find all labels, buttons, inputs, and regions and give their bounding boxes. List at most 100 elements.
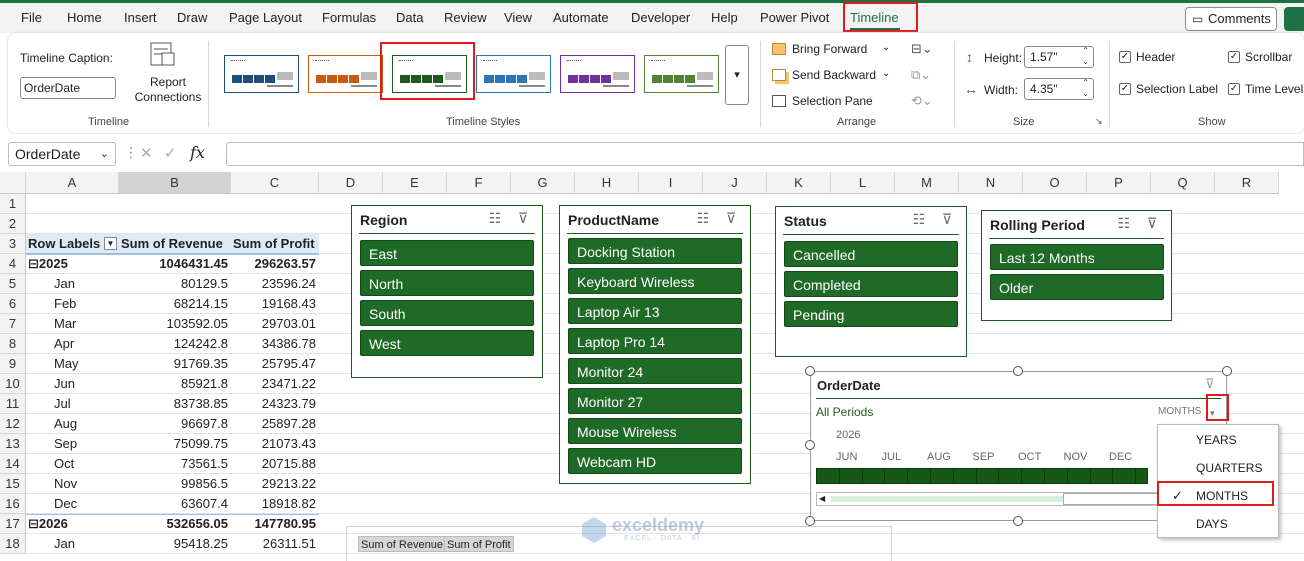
slicer-item[interactable]: Monitor 27 [568,388,742,414]
resize-handle[interactable] [805,516,815,526]
slicer-item[interactable]: Mouse Wireless [568,418,742,444]
slicer-region[interactable]: Region ☷ ⊽ East North South West [351,205,543,378]
filter-dropdown-icon[interactable]: ▼ [104,237,117,250]
tab-review[interactable]: Review [444,3,487,33]
column-header-h[interactable]: H [575,172,639,194]
column-header-c[interactable]: C [231,172,319,194]
pivot-revenue-cell[interactable]: 68214.15 [119,294,228,314]
bring-forward-button[interactable]: Bring Forward ⌄ [772,41,902,59]
pivot-row-label[interactable]: Jan [54,274,75,294]
slicer-item[interactable]: Webcam HD [568,448,742,474]
row-header-17[interactable]: 17 [0,514,26,534]
time-level-selector[interactable]: MONTHS [1158,406,1201,417]
menu-item-quarters[interactable]: QUARTERS [1196,461,1262,475]
multi-select-icon[interactable]: ☷ [484,210,506,228]
pivot-revenue-cell[interactable]: 85921.8 [119,374,228,394]
column-header-r[interactable]: R [1215,172,1279,194]
pivot-profit-cell[interactable]: 23471.22 [231,374,316,394]
pivot-revenue-cell[interactable]: 75099.75 [119,434,228,454]
tab-formulas[interactable]: Formulas [322,3,376,33]
pivot-row-label[interactable]: Jan [54,534,75,554]
clear-filter-icon[interactable]: ⊽ [1141,215,1163,233]
tab-home[interactable]: Home [67,3,102,33]
row-header-16[interactable]: 16 [0,494,26,514]
pivot-profit-cell[interactable]: 147780.95 [231,514,316,534]
row-header-14[interactable]: 14 [0,454,26,474]
clear-filter-icon[interactable]: ⊽ [1205,376,1215,392]
row-header-10[interactable]: 10 [0,374,26,394]
timeline-month-label[interactable]: JUL [882,451,902,463]
selection-label-checkbox[interactable]: ✓ [1119,83,1131,95]
selection-pane-button[interactable]: Selection Pane [772,93,902,111]
pivot-row-label[interactable]: ⊟2025 [28,254,68,274]
pivot-row-label[interactable]: Oct [54,454,74,474]
chevron-down-icon[interactable]: ▾ [1210,408,1215,419]
multi-select-icon[interactable]: ☷ [692,210,714,228]
slicer-item[interactable]: Laptop Pro 14 [568,328,742,354]
slicer-item[interactable]: Cancelled [784,241,958,267]
slicer-item[interactable]: Completed [784,271,958,297]
row-header-4[interactable]: 4 [0,254,26,274]
pivot-row-label[interactable]: Feb [54,294,76,314]
pivot-profit-cell[interactable]: 25795.47 [231,354,316,374]
styles-more-button[interactable]: ▾ [725,45,749,105]
timeline-month-label[interactable]: SEP [973,451,995,463]
slicer-item[interactable]: Last 12 Months [990,244,1164,270]
resize-handle[interactable] [1013,366,1023,376]
slicer-item[interactable]: Docking Station [568,238,742,264]
pivot-row-label[interactable]: Jun [54,374,75,394]
height-input[interactable]: 1.57" ⌃ ⌄ [1024,46,1094,68]
align-icon[interactable]: ⊟⌄ [911,41,933,57]
pivot-profit-cell[interactable]: 34386.78 [231,334,316,354]
menu-item-years[interactable]: YEARS [1196,433,1237,447]
row-header-9[interactable]: 9 [0,354,26,374]
row-header-3[interactable]: 3 [0,234,26,254]
share-button[interactable] [1284,7,1304,31]
timeline-style-4[interactable] [476,55,551,93]
pivot-row-label[interactable]: Dec [54,494,77,514]
pivot-revenue-cell[interactable]: 73561.5 [119,454,228,474]
pivot-row-label[interactable]: May [54,354,79,374]
pivot-profit-cell[interactable]: 19168.43 [231,294,316,314]
column-header-i[interactable]: I [639,172,703,194]
slicer-status[interactable]: Status ☷ ⊽ Cancelled Completed Pending [775,206,967,357]
column-header-f[interactable]: F [447,172,511,194]
pivot-profit-cell[interactable]: 18918.82 [231,494,316,514]
row-header-6[interactable]: 6 [0,294,26,314]
enter-icon[interactable]: ✓ [164,144,177,162]
column-header-p[interactable]: P [1087,172,1151,194]
column-header-a[interactable]: A [26,172,119,194]
pivot-profit-cell[interactable]: 24323.79 [231,394,316,414]
tab-developer[interactable]: Developer [631,3,690,33]
pivot-profit-cell[interactable]: 21073.43 [231,434,316,454]
formula-input[interactable] [226,142,1304,166]
sum-of-revenue-field-button[interactable]: Sum of Revenue [358,536,446,552]
row-header-2[interactable]: 2 [0,214,26,234]
pivot-revenue-cell[interactable]: 124242.8 [119,334,228,354]
slicer-rolling-period[interactable]: Rolling Period ☷ ⊽ Last 12 Months Older [981,210,1172,321]
resize-handle[interactable] [1222,366,1232,376]
pivot-row-label[interactable]: Jul [54,394,71,414]
column-header-q[interactable]: Q [1151,172,1215,194]
pivot-profit-cell[interactable]: 29703.01 [231,314,316,334]
resize-handle[interactable] [805,366,815,376]
pivot-revenue-cell[interactable]: 95418.25 [119,534,228,554]
slicer-productname[interactable]: ProductName ☷ ⊽ Docking Station Keyboard … [559,205,751,484]
scroll-left-icon[interactable]: ◀ [819,493,825,505]
pivot-row-label[interactable]: Aug [54,414,77,434]
timeline-month-label[interactable]: JUN [836,451,857,463]
timeline-month-label[interactable]: AUG [927,451,951,463]
column-header-m[interactable]: M [895,172,959,194]
tab-view[interactable]: View [504,3,532,33]
resize-handle[interactable] [805,440,815,450]
pivot-header-revenue[interactable]: Sum of Revenue [121,234,229,254]
row-header-15[interactable]: 15 [0,474,26,494]
tab-insert[interactable]: Insert [124,3,157,33]
pivot-profit-cell[interactable]: 20715.88 [231,454,316,474]
pivot-revenue-cell[interactable]: 1046431.45 [119,254,228,274]
tab-page-layout[interactable]: Page Layout [229,3,302,33]
slicer-item[interactable]: Pending [784,301,958,327]
tab-power-pivot[interactable]: Power Pivot [760,3,829,33]
row-header-11[interactable]: 11 [0,394,26,414]
row-header-1[interactable]: 1 [0,194,26,214]
